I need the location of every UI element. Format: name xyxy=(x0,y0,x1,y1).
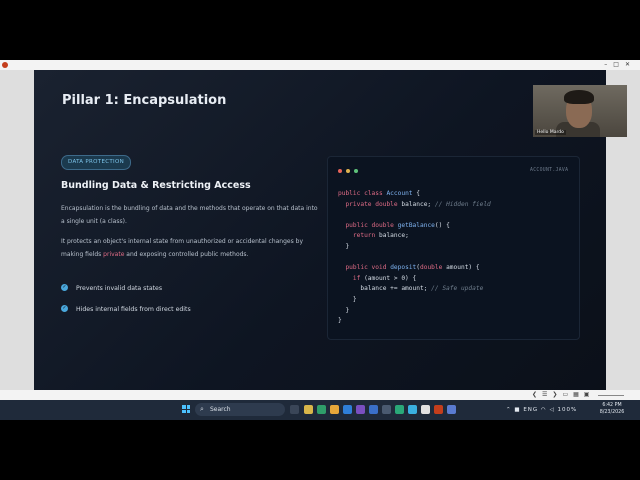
app-icon[interactable] xyxy=(382,405,391,414)
app-icon[interactable] xyxy=(330,405,339,414)
green-dot-icon xyxy=(354,169,358,173)
slide-indicator: Slide 5 of 11 xyxy=(0,0,101,19)
app-icon[interactable] xyxy=(447,405,456,414)
windows-start-icon[interactable] xyxy=(182,405,190,413)
powerpoint-taskbar-icon[interactable] xyxy=(434,405,443,414)
powerpoint-icon xyxy=(2,62,8,68)
file-explorer-icon[interactable] xyxy=(304,405,313,414)
normal-view-icon[interactable]: ▭ xyxy=(562,391,573,398)
window-controls[interactable]: –□✕ xyxy=(604,60,636,70)
webcam-participant-name: Hello Mardo xyxy=(535,130,566,135)
language-indicator[interactable]: ENG xyxy=(523,407,538,413)
slide-menu-icon[interactable]: ☰ xyxy=(542,391,552,398)
edge-browser-icon[interactable] xyxy=(317,405,326,414)
taskbar-search-box[interactable]: ⌕ Search xyxy=(195,403,285,416)
visual-studio-icon[interactable] xyxy=(356,405,365,414)
next-slide-icon[interactable]: ❯ xyxy=(552,391,562,398)
vscode-icon[interactable] xyxy=(343,405,352,414)
slide-navigation-controls[interactable]: ❮☰❯▭▦▣ xyxy=(532,391,594,399)
code-filename: ACCOUNT.JAVA xyxy=(530,168,569,173)
battery-indicator[interactable]: 100% xyxy=(557,407,577,413)
private-keyword: private xyxy=(103,251,125,258)
previous-slide-icon[interactable]: ❮ xyxy=(532,391,542,398)
check-icon: ✓ xyxy=(61,305,68,312)
minimize-icon[interactable]: – xyxy=(604,61,613,68)
system-tray[interactable]: ⌃ ■ ENG ◠ ◁ 100% xyxy=(506,400,577,420)
webcam-person-hair xyxy=(564,90,594,104)
zoom-slider[interactable] xyxy=(598,395,624,396)
task-view-icon[interactable] xyxy=(290,405,299,414)
window-title-bar xyxy=(0,60,640,70)
bullet-item: Prevents invalid data states xyxy=(76,285,163,292)
encapsulation-definition: Encapsulation is the bundling of data an… xyxy=(61,205,318,225)
search-label: Search xyxy=(210,406,231,413)
maximize-icon[interactable]: □ xyxy=(613,61,625,68)
code-block: public class Account { private double ba… xyxy=(338,190,491,325)
chevron-up-icon[interactable]: ⌃ xyxy=(506,407,512,413)
red-dot-icon xyxy=(338,169,342,173)
clock-time: 6:42 PM xyxy=(602,403,622,408)
bullet-item: Hides internal fields from direct edits xyxy=(76,306,191,313)
check-icon: ✓ xyxy=(61,284,68,291)
slideshow-view-icon[interactable]: ▣ xyxy=(584,391,595,398)
search-icon: ⌕ xyxy=(200,405,204,413)
app-icon[interactable] xyxy=(395,405,404,414)
app-icon[interactable] xyxy=(421,405,430,414)
section-badge: DATA PROTECTION xyxy=(61,155,131,170)
outlook-icon[interactable] xyxy=(369,405,378,414)
wifi-icon[interactable]: ◠ xyxy=(541,407,547,413)
app-icon[interactable] xyxy=(408,405,417,414)
tray-app-icon[interactable]: ■ xyxy=(514,407,520,413)
taskbar-clock[interactable]: 6:42 PM 8/23/2026 xyxy=(595,402,629,416)
slide-subheading: Bundling Data & Restricting Access xyxy=(61,180,251,191)
volume-icon[interactable]: ◁ xyxy=(549,407,554,413)
clock-date: 8/23/2026 xyxy=(599,410,625,415)
slide-title: Pillar 1: Encapsulation xyxy=(62,93,227,108)
close-icon[interactable]: ✕ xyxy=(625,61,636,68)
encapsulation-purpose: It protects an object's internal state f… xyxy=(61,238,304,258)
sorter-view-icon[interactable]: ▦ xyxy=(573,391,584,398)
yellow-dot-icon xyxy=(346,169,350,173)
